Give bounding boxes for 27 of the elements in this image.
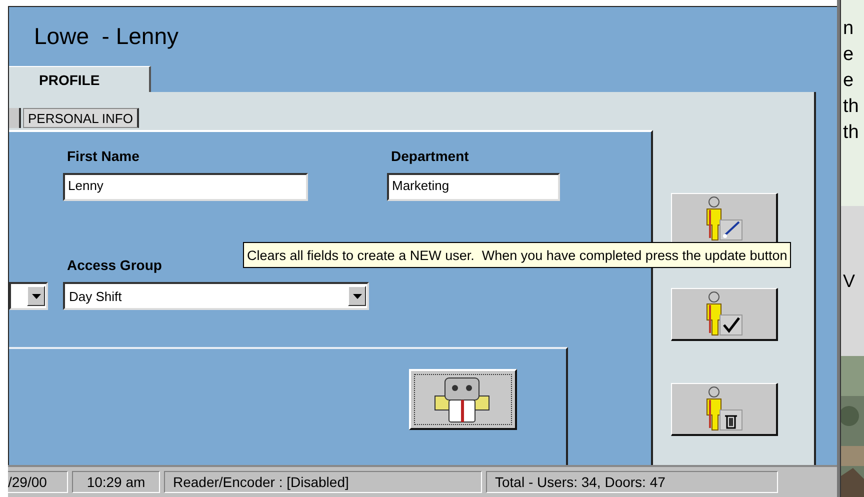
input-field[interactable]: Marketing <box>387 173 560 201</box>
update-user-button[interactable] <box>671 288 778 341</box>
field-label: Department <box>390 148 470 164</box>
background-text: n <box>843 17 855 41</box>
dropdown-arrow-icon <box>352 294 362 298</box>
delete-user-button[interactable] <box>671 383 778 436</box>
background-text: th <box>843 121 860 145</box>
personal-info-tab[interactable]: PERSONAL INFO <box>23 108 139 128</box>
field-label: Access Group <box>66 257 163 273</box>
status-time: 10:29 am <box>72 471 160 494</box>
input-field[interactable]: Lenny <box>63 173 308 201</box>
status-totals: Total - Users: 34, Doors: 47 <box>486 471 778 494</box>
background-text: e <box>843 69 855 93</box>
encoder-button[interactable] <box>409 369 517 430</box>
status-date: /29/00 <box>8 471 68 494</box>
tooltip: Clears all fields to create a NEW user. When you have completed press the update button <box>243 242 792 268</box>
partial-tab[interactable] <box>9 108 21 128</box>
dropdown-field[interactable]: Day Shift <box>63 282 369 310</box>
field-label: First Name <box>66 148 140 164</box>
background-label: V <box>843 270 856 292</box>
window-title: Lowe - Lenny <box>34 23 178 50</box>
background-text: e <box>843 43 855 67</box>
profile-tab[interactable]: PROFILE <box>9 66 151 92</box>
background-text: th <box>843 95 860 119</box>
dropdown-field[interactable] <box>9 282 48 310</box>
status-reader: Reader/Encoder : [Disabled] <box>164 471 482 494</box>
dropdown-arrow-icon <box>32 294 40 298</box>
